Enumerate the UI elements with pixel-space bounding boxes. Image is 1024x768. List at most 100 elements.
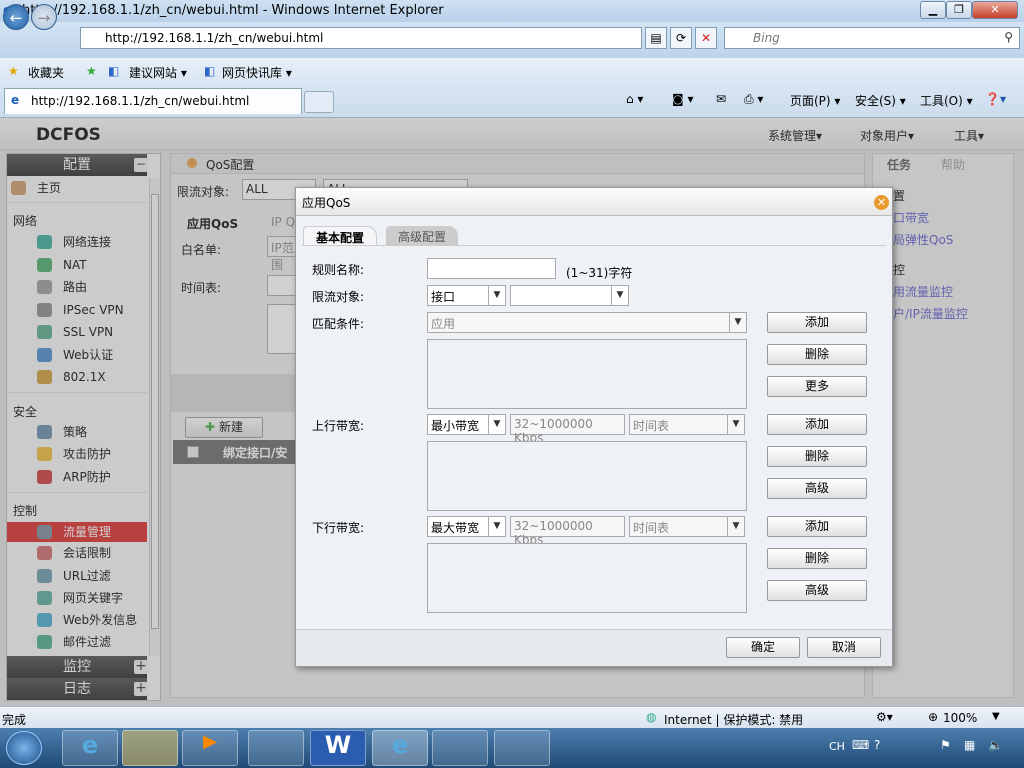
- tab-advanced-config[interactable]: 高级配置: [386, 226, 459, 245]
- download-list[interactable]: [427, 543, 747, 613]
- taskbar-app-icon[interactable]: [248, 730, 304, 766]
- browser-tab[interactable]: e http://192.168.1.1/zh_cn/webui.html: [4, 88, 302, 114]
- help-tray-icon[interactable]: ?: [874, 738, 880, 752]
- keyboard-icon[interactable]: ⌨: [852, 738, 869, 752]
- app-qos-dialog: 应用QoS ✕ 基本配置 高级配置 规则名称: (1~31)字符 限流对象: 接…: [295, 187, 893, 667]
- tab-basic-config[interactable]: 基本配置: [303, 226, 378, 245]
- upload-advanced-button[interactable]: 高级: [767, 478, 867, 499]
- minimize-button[interactable]: ▁: [920, 1, 946, 19]
- download-type-select[interactable]: 最大带宽 ▼: [427, 516, 506, 537]
- download-schedule-select[interactable]: 时间表 ▼: [629, 516, 745, 537]
- upload-list[interactable]: [427, 441, 747, 511]
- status-text: 完成: [2, 713, 27, 727]
- taskbar-explorer-icon[interactable]: [122, 730, 178, 766]
- taskbar-ie-active-icon[interactable]: e: [372, 730, 428, 766]
- match-list[interactable]: [427, 339, 747, 409]
- page-menu[interactable]: 页面(P) ▾: [790, 92, 840, 109]
- mail-icon[interactable]: ✉: [716, 92, 726, 106]
- help-icon[interactable]: ❓▾: [985, 92, 1006, 106]
- ie-page-icon: e: [11, 93, 20, 107]
- upload-type-select[interactable]: 最小带宽 ▼: [427, 414, 506, 435]
- favorites-button[interactable]: 收藏夹: [28, 64, 64, 81]
- taskbar-word-icon[interactable]: W: [310, 730, 366, 766]
- upload-add-button[interactable]: 添加: [767, 414, 867, 435]
- upload-schedule-select[interactable]: 时间表 ▼: [629, 414, 745, 435]
- taskbar-doc-icon[interactable]: [494, 730, 550, 766]
- volume-icon[interactable]: 🔈: [988, 738, 1003, 752]
- target-label: 限流对象:: [312, 290, 365, 304]
- address-text: http://192.168.1.1/zh_cn/webui.html: [105, 31, 324, 45]
- cancel-button[interactable]: 取消: [807, 637, 881, 658]
- upload-schedule-value: 时间表: [633, 419, 670, 433]
- print-icon[interactable]: ⎙ ▾: [744, 92, 763, 107]
- dialog-title-bar: 应用QoS: [296, 188, 892, 216]
- home-icon[interactable]: ⌂ ▾: [626, 92, 643, 106]
- taskbar-ie-icon[interactable]: e: [62, 730, 118, 766]
- target-select[interactable]: 接口 ▼: [427, 285, 506, 306]
- chevron-down-icon: ▼: [488, 415, 505, 434]
- flag-icon[interactable]: ⚑: [940, 738, 951, 752]
- start-button[interactable]: [6, 731, 42, 765]
- new-tab-button[interactable]: [304, 91, 334, 113]
- refresh-icon[interactable]: ⟳: [670, 27, 692, 49]
- upload-bandwidth-input[interactable]: 32~1000000 Kbps: [510, 414, 625, 445]
- upload-delete-button[interactable]: 删除: [767, 446, 867, 467]
- suggested-sites-button[interactable]: 建议网站 ▾: [129, 64, 187, 81]
- rule-name-input[interactable]: [427, 258, 556, 279]
- window-title: http://192.168.1.1/zh_cn/webui.html - Wi…: [22, 3, 444, 18]
- close-icon[interactable]: ✕: [874, 195, 889, 210]
- security-icon[interactable]: ⚙▾: [876, 710, 893, 724]
- search-icon[interactable]: ⚲: [1004, 30, 1013, 44]
- add-favorite-icon[interactable]: ★: [86, 64, 97, 78]
- safety-menu[interactable]: 安全(S) ▾: [855, 92, 906, 109]
- address-bar[interactable]: http://192.168.1.1/zh_cn/webui.html: [80, 27, 642, 49]
- forward-button[interactable]: →: [31, 4, 57, 30]
- zoom-icon: ⊕: [928, 710, 939, 724]
- rss-icon[interactable]: ◙ ▾: [672, 92, 693, 106]
- match-select[interactable]: 应用 ▼: [427, 312, 747, 333]
- favorites-bar: ★ 收藏夹 ★ ◧ 建议网站 ▾ ◧ 网页快讯库 ▾: [0, 58, 1024, 86]
- zoom-level[interactable]: 100%: [943, 711, 977, 725]
- ok-button[interactable]: 确定: [726, 637, 800, 658]
- chevron-down-icon: ▼: [727, 517, 744, 536]
- download-type-value: 最大带宽: [431, 521, 480, 535]
- stop-icon[interactable]: ✕: [695, 27, 717, 49]
- chevron-down-icon: ▼: [488, 286, 505, 305]
- web-slice-icon: ◧: [204, 64, 216, 78]
- back-button[interactable]: ←: [3, 4, 29, 30]
- taskbar-media-icon[interactable]: ▶: [182, 730, 238, 766]
- close-window-button[interactable]: ✕: [972, 1, 1018, 19]
- match-more-button[interactable]: 更多: [767, 376, 867, 397]
- tools-menu[interactable]: 工具(O) ▾: [920, 92, 973, 109]
- web-slice-button[interactable]: 网页快讯库 ▾: [222, 64, 292, 81]
- target-value: 接口: [431, 290, 456, 304]
- tab-title: http://192.168.1.1/zh_cn/webui.html: [31, 94, 250, 108]
- star-icon: ★: [8, 64, 19, 78]
- maximize-button[interactable]: ❐: [946, 1, 972, 19]
- download-label: 下行带宽:: [312, 521, 365, 535]
- search-placeholder: Bing: [753, 31, 780, 45]
- zoom-dropdown-icon[interactable]: ▼: [992, 711, 1000, 722]
- download-add-button[interactable]: 添加: [767, 516, 867, 537]
- taskbar: e ▶ W e CH ⌨ ? ⚑ ▦ 🔈: [0, 728, 1024, 768]
- upload-type-value: 最小带宽: [431, 419, 480, 433]
- status-bar: 完成 ◍ Internet | 保护模式: 禁用 ⚙▾ ⊕ 100% ▼: [0, 706, 1024, 728]
- network-icon[interactable]: ▦: [964, 738, 975, 752]
- compat-view-icon[interactable]: ▤: [645, 27, 667, 49]
- match-label: 匹配条件:: [312, 317, 365, 331]
- match-delete-button[interactable]: 删除: [767, 344, 867, 365]
- search-input[interactable]: Bing ⚲: [724, 27, 1020, 49]
- taskbar-image-icon[interactable]: [432, 730, 488, 766]
- suggested-sites-icon: ◧: [108, 64, 120, 78]
- rule-name-hint: (1~31)字符: [566, 266, 633, 280]
- window-title-bar: e http://192.168.1.1/zh_cn/webui.html - …: [0, 0, 1024, 22]
- dialog-title: 应用QoS: [302, 196, 351, 210]
- download-advanced-button[interactable]: 高级: [767, 580, 867, 601]
- download-bandwidth-input[interactable]: 32~1000000 Kbps: [510, 516, 625, 547]
- download-delete-button[interactable]: 删除: [767, 548, 867, 569]
- match-add-button[interactable]: 添加: [767, 312, 867, 333]
- chevron-down-icon: ▼: [488, 517, 505, 536]
- interface-select[interactable]: ▼: [510, 285, 629, 306]
- language-indicator[interactable]: CH: [829, 740, 845, 753]
- chevron-down-icon: ▼: [611, 286, 628, 305]
